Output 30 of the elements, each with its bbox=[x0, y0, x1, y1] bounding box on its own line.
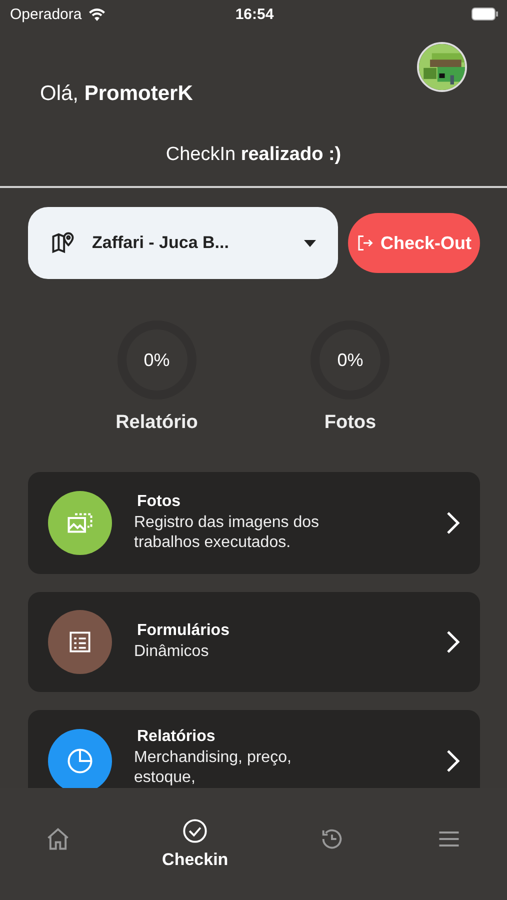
menu-card[interactable]: Fotos Registro das imagens dos trabalhos executados. bbox=[28, 472, 480, 574]
progress-reading: 0% bbox=[337, 350, 364, 370]
chevron-right-icon bbox=[446, 630, 460, 654]
battery-icon bbox=[471, 7, 499, 21]
menu-subtitle: Merchandising, preço, estoque, bbox=[134, 748, 292, 788]
menu-card[interactable]: Formulários Dinâmicos bbox=[28, 592, 480, 692]
home-icon bbox=[45, 826, 72, 852]
chevron-right-icon bbox=[446, 749, 460, 773]
menu-title: Formulários bbox=[136, 622, 230, 640]
nav-tab[interactable]: Checkin bbox=[158, 814, 232, 874]
menu-card[interactable]: Relatórios Merchandising, preço, estoque, bbox=[28, 710, 480, 788]
menu-subtitle: Registro das imagens dos trabalhos executados. bbox=[134, 513, 320, 553]
carrier-name: Operadora bbox=[10, 6, 82, 22]
menu-title: Relatórios bbox=[136, 728, 216, 746]
logout-icon bbox=[356, 234, 374, 252]
greeting-text: Olá, PromoterK bbox=[40, 82, 193, 106]
menu-subtitle: Dinâmicos bbox=[134, 642, 210, 662]
store-select[interactable]: Zaffari - Juca B... bbox=[28, 207, 338, 279]
progress-label: Fotos bbox=[324, 412, 376, 434]
progress-reading: 0% bbox=[144, 350, 170, 370]
menu-title: Fotos bbox=[136, 493, 182, 511]
wifi-icon bbox=[88, 7, 106, 21]
chevron-right-icon bbox=[446, 511, 460, 535]
pie-chart-icon bbox=[65, 746, 95, 776]
map-pin-icon bbox=[50, 230, 76, 256]
checkin-status-text: CheckIn realizado :) bbox=[164, 144, 342, 167]
check-circle-icon bbox=[182, 818, 208, 844]
clock-time: 16:54 bbox=[235, 6, 274, 22]
progress-label: Relatório bbox=[116, 412, 198, 434]
dropdown-caret-icon bbox=[304, 240, 316, 246]
